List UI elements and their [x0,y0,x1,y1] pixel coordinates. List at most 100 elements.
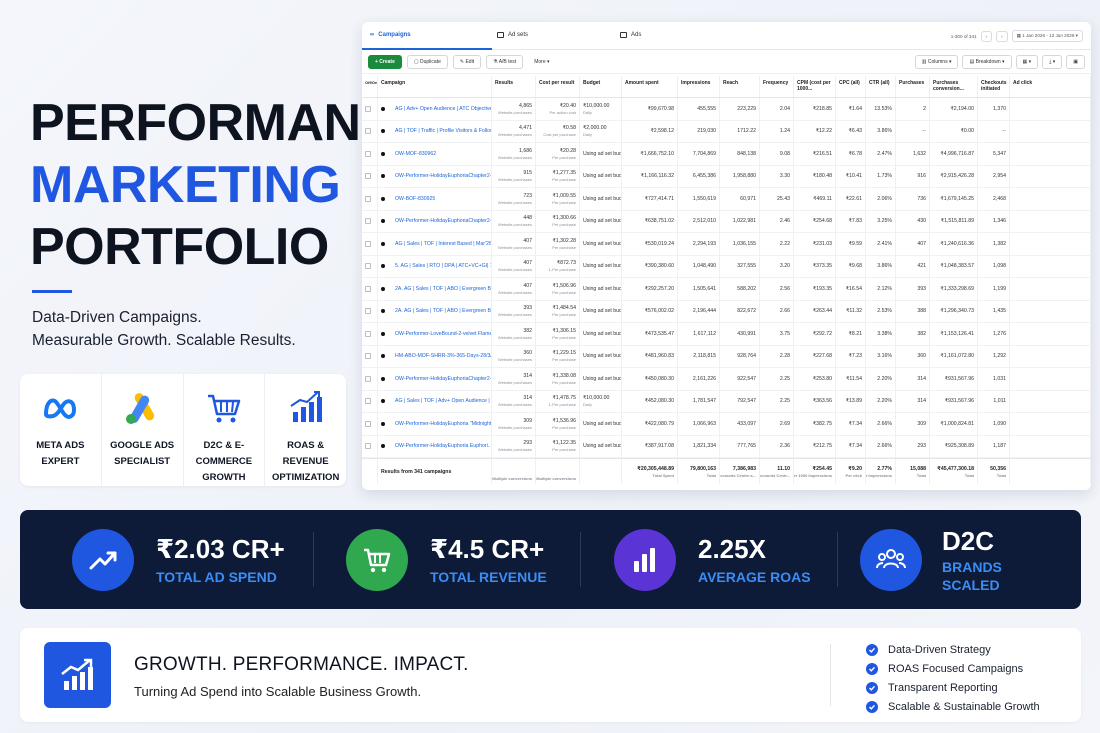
row-select[interactable] [362,98,378,120]
row-checkbox[interactable] [365,375,371,382]
campaign-name-cell[interactable]: OW-Performer-HolidayEuphoria "Midnight" … [378,413,492,435]
row-select[interactable] [362,188,378,210]
row-select[interactable] [362,233,378,255]
row-select[interactable] [362,323,378,345]
campaign-name-link[interactable]: OW-MOF-830962 [395,151,436,157]
ab-test-button[interactable]: ⚗ A/B test [486,54,524,69]
row-checkbox[interactable] [365,150,371,157]
row-select[interactable] [362,210,378,232]
campaign-name-cell[interactable]: AG | Adv+ Open Audience | ATC Objective … [378,98,492,120]
row-checkbox[interactable] [365,173,371,180]
campaign-name-link[interactable]: AG | Adv+ Open Audience | ATC Objective … [395,106,491,112]
column-header[interactable]: Budget [580,76,622,97]
campaign-name-link[interactable]: HM-ABO-MOF-SHRR-3%-365-Days-28/3/26 [395,353,491,359]
column-header[interactable]: CTR (all) [866,76,896,97]
tab-campaigns[interactable]: ∞ Campaigns [370,32,411,38]
tab-ads[interactable]: Ads [620,32,641,38]
table-row[interactable]: AG | Adv+ Open Audience | ATC Objective … [362,98,1091,121]
campaign-name-cell[interactable]: OW-Performer-HolidayEuphoriaChapter2-Aem… [378,368,492,390]
edit-button[interactable]: ✎ Edit [452,54,482,69]
campaign-name-cell[interactable]: AG | Sales | TOF | Interest Based | Mar'… [378,233,492,255]
row-select[interactable] [362,165,378,187]
campaign-name-cell[interactable]: OW-BOF-830925 [378,188,492,210]
campaign-name-link[interactable]: OW-Performer-LoveBound-2-velvet Flame Sc… [395,331,491,337]
row-select[interactable] [362,345,378,367]
row-select[interactable] [362,255,378,277]
table-row[interactable]: HM-ABO-MOF-SHRR-3%-365-Days-28/3/26 360 We… [362,345,1091,368]
row-checkbox[interactable] [365,308,371,315]
campaign-name-link[interactable]: 2A. AG | Sales | TOF | ABO | Evergreen B… [395,286,491,292]
campaign-name-cell[interactable]: OW-Performer-HolidayEuphoriaChapter2-Pan… [378,210,492,232]
table-row[interactable]: OW-Performer-LoveBound-2-velvet Flame Sc… [362,323,1091,346]
campaign-name-link[interactable]: OW-Performer-HolidayEuphoriaChapter2-Par… [395,173,491,179]
prev-page-button[interactable]: ‹ [980,30,993,42]
campaign-name-cell[interactable]: OW-Performer-LoveBound-2-velvet Flame Sc… [378,323,492,345]
create-button[interactable]: + Create [368,54,402,69]
campaign-name-link[interactable]: OW-Performer-HolidayEuphoriaChapter2-Aem… [395,376,491,382]
column-header[interactable]: Amount spent [622,76,678,97]
table-row[interactable]: AG | Sales | TOF | Adv+ Open Audience | … [362,390,1091,413]
row-checkbox[interactable] [365,263,371,270]
campaign-name-cell[interactable]: OW-Performer-HolidayEuphoria Euphori... [378,435,492,457]
row-select[interactable] [362,368,378,390]
column-header[interactable]: Checkouts initiated [978,76,1010,97]
column-header[interactable]: Off/On [362,76,378,97]
columns-button[interactable]: ▥ Columns ▾ [914,54,959,69]
table-row[interactable]: OW-Performer-HolidayEuphoria Euphori... 2… [362,435,1091,458]
row-checkbox[interactable] [365,128,371,135]
duplicate-button[interactable]: ▢ Duplicate [406,54,448,69]
campaign-name-cell[interactable]: AG | TOF | Traffic | Profile Visitors & … [378,120,492,142]
campaign-name-cell[interactable]: OW-Performer-HolidayEuphoriaChapter2-Par… [378,165,492,187]
more-button[interactable]: More ▾ [528,55,556,68]
campaign-name-cell[interactable]: 5. AG | Sales | RTO | DPA | ATC+VC+GI| 1… [378,255,492,277]
reports-button[interactable]: ▦ ▾ [1015,54,1039,69]
row-select[interactable] [362,413,378,435]
row-checkbox[interactable] [365,398,371,405]
row-checkbox[interactable] [365,105,371,112]
row-select[interactable] [362,120,378,142]
column-header[interactable]: CPM (cost per 1000... [794,76,836,97]
column-header[interactable]: Results [492,76,536,97]
row-checkbox[interactable] [365,443,371,450]
table-row[interactable]: 5. AG | Sales | RTO | DPA | ATC+VC+GI| 1… [362,255,1091,278]
row-select[interactable] [362,278,378,300]
campaign-name-link[interactable]: OW-BOF-830925 [395,196,435,202]
table-row[interactable]: AG | Sales | TOF | Interest Based | Mar'… [362,233,1091,256]
campaign-name-cell[interactable]: OW-MOF-830962 [378,143,492,165]
row-select[interactable] [362,390,378,412]
table-row[interactable]: OW-Performer-HolidayEuphoriaChapter2-Pan… [362,210,1091,233]
column-header[interactable]: Impressions [678,76,720,97]
table-row[interactable]: OW-Performer-HolidayEuphoriaChapter2-Par… [362,165,1091,188]
column-header[interactable]: Purchases conversion... [930,76,978,97]
row-checkbox[interactable] [365,353,371,360]
campaign-name-link[interactable]: OW-Performer-HolidayEuphoria Euphori... [395,443,491,449]
column-header[interactable]: Purchases [896,76,930,97]
row-checkbox[interactable] [365,330,371,337]
row-select[interactable] [362,143,378,165]
campaign-name-link[interactable]: OW-Performer-HolidayEuphoria "Midnight" … [395,421,491,427]
campaign-name-cell[interactable]: 2A. AG | Sales | TOF | ABO | Evergreen B… [378,278,492,300]
export-button[interactable]: ⤓ ▾ [1042,54,1063,69]
column-header[interactable]: Campaign [378,76,492,97]
row-checkbox[interactable] [365,285,371,292]
column-header[interactable]: Cost per result [536,76,580,97]
date-range-picker[interactable]: ▦ 1 Jan 2026 - 13 Jun 2026 ▾ [1011,30,1083,42]
campaign-name-link[interactable]: AG | Sales | TOF | Adv+ Open Audience | … [395,398,491,404]
column-header[interactable]: Frequency [760,76,794,97]
campaign-name-link[interactable]: OW-Performer-HolidayEuphoriaChapter2-Pan… [395,218,491,224]
settings-button[interactable]: ▣ [1066,54,1085,69]
campaign-name-link[interactable]: 5. AG | Sales | RTO | DPA | ATC+VC+GI| 1… [395,263,491,269]
table-row[interactable]: 2A. AG | Sales | TOF | ABO | Evergreen B… [362,300,1091,323]
campaign-name-cell[interactable]: AG | Sales | TOF | Adv+ Open Audience | … [378,390,492,412]
row-select[interactable] [362,300,378,322]
row-checkbox[interactable] [365,195,371,202]
row-checkbox[interactable] [365,420,371,427]
row-select[interactable] [362,435,378,457]
table-row[interactable]: OW-MOF-830962 1,686 Website purchases ₹20.2… [362,143,1091,166]
column-header[interactable]: Ad click [1010,76,1091,97]
table-row[interactable]: OW-Performer-HolidayEuphoria "Midnight" … [362,413,1091,436]
table-row[interactable]: AG | TOF | Traffic | Profile Visitors & … [362,120,1091,143]
table-row[interactable]: OW-Performer-HolidayEuphoriaChapter2-Aem… [362,368,1091,391]
next-page-button[interactable]: › [996,30,1008,42]
tab-ad-sets[interactable]: Ad sets [497,32,528,38]
